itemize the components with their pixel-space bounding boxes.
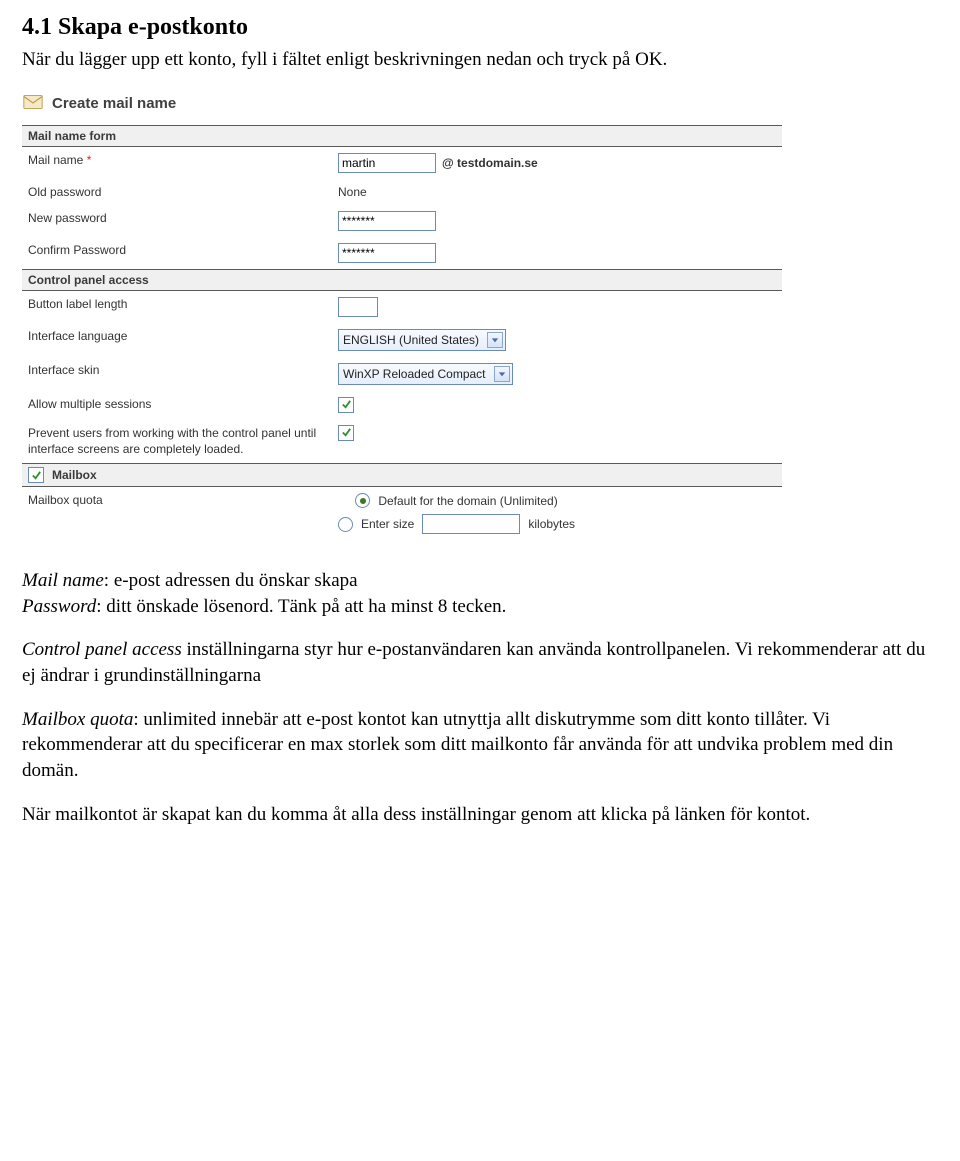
allow-multiple-checkbox[interactable] [338, 397, 354, 413]
mail-name-input[interactable] [338, 153, 436, 173]
term-mail-text: : e-post adressen du önskar skapa [104, 570, 358, 591]
row-old-password: Old password None [22, 179, 782, 205]
quota-option-default: Default for the domain (Unlimited) [355, 493, 557, 508]
label-mail-name: Mail name * [28, 153, 338, 167]
row-interface-skin: Interface skin WinXP Reloaded Compact [22, 357, 782, 391]
quota-unit-label: kilobytes [528, 517, 575, 531]
para-cpa: Control panel access inställningarna sty… [22, 637, 938, 688]
section-mailbox: Mailbox [22, 463, 782, 487]
required-mark: * [87, 153, 92, 167]
label-button-label-length: Button label length [28, 297, 338, 311]
term-cpa: Control panel access [22, 639, 182, 660]
chevron-down-icon [494, 366, 510, 382]
section-heading: 4.1 Skapa e-postkonto [22, 14, 938, 41]
row-mailbox-quota: Mailbox quota Default for the domain (Un… [22, 487, 782, 540]
envelope-icon [22, 91, 44, 117]
label-interface-language: Interface language [28, 329, 338, 343]
quota-default-radio[interactable] [355, 493, 370, 508]
term-quota: Mailbox quota [22, 709, 133, 730]
interface-skin-value: WinXP Reloaded Compact [343, 367, 486, 381]
confirm-password-input[interactable] [338, 243, 436, 263]
old-password-value: None [338, 185, 367, 199]
row-confirm-password: Confirm Password [22, 237, 782, 269]
label-mailbox-quota: Mailbox quota [28, 493, 338, 507]
interface-skin-select[interactable]: WinXP Reloaded Compact [338, 363, 513, 385]
new-password-input[interactable] [338, 211, 436, 231]
mailbox-header-text: Mailbox [52, 468, 97, 482]
row-new-password: New password [22, 205, 782, 237]
term-password-text: : ditt önskade lösenord. Tänk på att ha … [96, 596, 506, 617]
label-allow-multiple: Allow multiple sessions [28, 397, 338, 411]
term-quota-text: : unlimited innebär att e-post kontot ka… [22, 709, 893, 781]
mailbox-checkbox[interactable] [28, 467, 44, 483]
chevron-down-icon [487, 332, 503, 348]
row-prevent-users: Prevent users from working with the cont… [22, 419, 782, 463]
term-password: Password [22, 596, 96, 617]
section-control-panel-access: Control panel access [22, 269, 782, 291]
button-label-length-input[interactable] [338, 297, 378, 317]
intro-paragraph: När du lägger upp ett konto, fyll i fält… [22, 47, 938, 73]
term-mail-name: Mail name [22, 570, 104, 591]
label-interface-skin: Interface skin [28, 363, 338, 377]
label-mail-name-text: Mail name [28, 153, 83, 167]
row-allow-multiple: Allow multiple sessions [22, 391, 782, 419]
label-new-password: New password [28, 211, 338, 225]
interface-language-value: ENGLISH (United States) [343, 333, 479, 347]
label-old-password: Old password [28, 185, 338, 199]
quota-default-label: Default for the domain (Unlimited) [378, 494, 557, 508]
row-interface-language: Interface language ENGLISH (United State… [22, 323, 782, 357]
quota-size-radio[interactable] [338, 517, 353, 532]
para-end: När mailkontot är skapat kan du komma åt… [22, 802, 938, 828]
interface-language-select[interactable]: ENGLISH (United States) [338, 329, 506, 351]
label-confirm-password: Confirm Password [28, 243, 338, 257]
quota-size-input[interactable] [422, 514, 520, 534]
quota-enter-label: Enter size [361, 517, 414, 531]
label-prevent-users: Prevent users from working with the cont… [28, 425, 338, 457]
para-mail-pw: Mail name: e-post adressen du önskar ska… [22, 568, 938, 619]
section-mail-name-form: Mail name form [22, 125, 782, 147]
para-quota: Mailbox quota: unlimited innebär att e-p… [22, 707, 938, 784]
form-title-row: Create mail name [22, 91, 782, 117]
quota-option-size: Enter size kilobytes [338, 514, 575, 534]
mail-domain-text: @ testdomain.se [442, 156, 538, 170]
create-mail-form: Create mail name Mail name form Mail nam… [22, 91, 782, 540]
prevent-users-checkbox[interactable] [338, 425, 354, 441]
row-button-label-length: Button label length [22, 291, 782, 323]
form-title-text: Create mail name [52, 95, 176, 112]
row-mail-name: Mail name * @ testdomain.se [22, 147, 782, 179]
